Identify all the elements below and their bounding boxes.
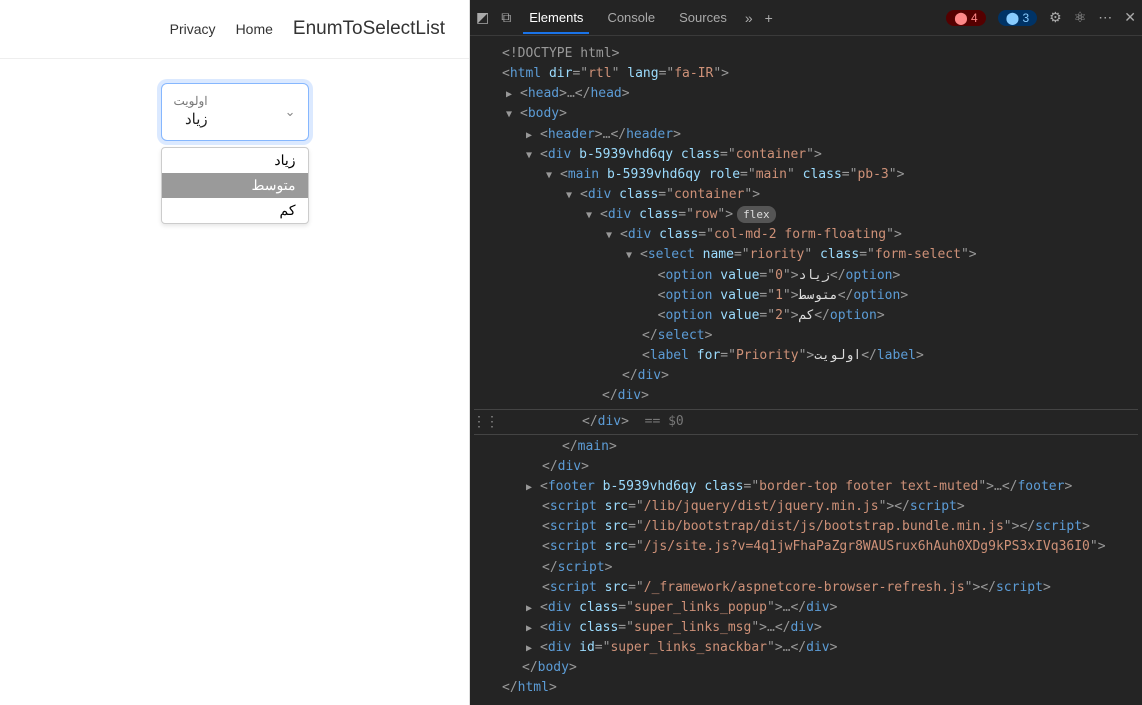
- settings-icon[interactable]: ⚙: [1049, 9, 1062, 26]
- webpage-pane: Privacy Home EnumToSelectList ⌄ اولویت ز…: [0, 0, 470, 705]
- add-tab-icon[interactable]: +: [765, 10, 773, 26]
- dom-div-col-close[interactable]: </div>: [474, 366, 1138, 386]
- more-icon[interactable]: ⋯: [1098, 9, 1112, 26]
- dom-script-3[interactable]: <script src="/_framework/aspnetcore-brow…: [474, 578, 1138, 598]
- dom-footer[interactable]: ▶<footer b-5939vhd6qy class="border-top …: [474, 477, 1138, 497]
- dom-div-extra-2[interactable]: ▶<div id="super_links_snackbar">…</div>: [474, 638, 1138, 658]
- device-toggle-icon[interactable]: ⧉: [501, 9, 511, 26]
- dom-div-extra-0[interactable]: ▶<div class="super_links_popup">…</div>: [474, 598, 1138, 618]
- dom-div-row[interactable]: ▼<div class="row">flex: [474, 205, 1138, 225]
- dom-main-close[interactable]: </main>: [474, 437, 1138, 457]
- option-2[interactable]: کم: [162, 198, 308, 223]
- dom-div-container2[interactable]: ▼<div class="container">: [474, 185, 1138, 205]
- dom-header[interactable]: ▶<header>…</header>: [474, 125, 1138, 145]
- errors-badge[interactable]: ⬤ 4: [946, 10, 985, 26]
- drag-handle-icon[interactable]: ⋮⋮: [472, 412, 498, 434]
- dom-div-row-close[interactable]: </div>: [474, 386, 1138, 406]
- dom-div-col[interactable]: ▼<div class="col-md-2 form-floating">: [474, 225, 1138, 245]
- dom-select-close[interactable]: </select>: [474, 326, 1138, 346]
- nav-home[interactable]: Home: [236, 21, 273, 37]
- brand-title: EnumToSelectList: [293, 18, 445, 40]
- dom-option-0[interactable]: <option value="0">زیاد</option>: [474, 266, 1138, 286]
- priority-dropdown: زیاد متوسط کم: [161, 147, 309, 224]
- dom-script-1[interactable]: <script src="/lib/bootstrap/dist/js/boot…: [474, 517, 1138, 537]
- tabs-more-icon[interactable]: »: [745, 10, 753, 26]
- dom-label[interactable]: <label for="Priority">اولویت</label>: [474, 346, 1138, 366]
- dom-div-container2-close[interactable]: ⋮⋮</div> == $0: [474, 412, 1138, 432]
- tab-elements[interactable]: Elements: [523, 2, 589, 34]
- page-navbar: Privacy Home EnumToSelectList: [0, 0, 469, 59]
- dom-script-0[interactable]: <script src="/lib/jquery/dist/jquery.min…: [474, 497, 1138, 517]
- dom-option-1[interactable]: <option value="1">متوسط</option>: [474, 286, 1138, 306]
- devtools-pane: ◩ ⧉ Elements Console Sources » + ⬤ 4 ⬤ 3…: [470, 0, 1142, 705]
- nav-privacy[interactable]: Privacy: [170, 21, 216, 37]
- option-1[interactable]: متوسط: [162, 173, 308, 198]
- tab-console[interactable]: Console: [601, 2, 661, 33]
- dom-html[interactable]: <html dir="rtl" lang="fa-IR">: [474, 64, 1138, 84]
- priority-select[interactable]: ⌄ اولویت زیاد: [161, 83, 309, 141]
- dom-select[interactable]: ▼<select name="riority" class="form-sele…: [474, 245, 1138, 265]
- dom-script-2[interactable]: <script src="/js/site.js?v=4q1jwFhaPaZgr…: [474, 537, 1138, 557]
- activity-icon[interactable]: ⚛: [1074, 9, 1087, 26]
- chevron-down-icon: ⌄: [285, 104, 296, 120]
- devtools-toolbar: ◩ ⧉ Elements Console Sources » + ⬤ 4 ⬤ 3…: [470, 0, 1142, 36]
- dom-script-2-close[interactable]: </script>: [474, 558, 1138, 578]
- close-icon[interactable]: ✕: [1124, 9, 1136, 26]
- option-0[interactable]: زیاد: [162, 148, 308, 173]
- dom-option-2[interactable]: <option value="2">کم</option>: [474, 306, 1138, 326]
- dom-head[interactable]: ▶<head>…</head>: [474, 84, 1138, 104]
- dom-div-extra-1[interactable]: ▶<div class="super_links_msg">…</div>: [474, 618, 1138, 638]
- dom-doctype[interactable]: <!DOCTYPE html>: [474, 44, 1138, 64]
- dom-html-close[interactable]: </html>: [474, 678, 1138, 698]
- dom-div-container-close[interactable]: </div>: [474, 457, 1138, 477]
- page-body: ⌄ اولویت زیاد زیاد متوسط کم: [0, 59, 469, 224]
- dom-body-close[interactable]: </body>: [474, 658, 1138, 678]
- tab-sources[interactable]: Sources: [673, 2, 733, 33]
- dom-tree[interactable]: <!DOCTYPE html> <html dir="rtl" lang="fa…: [470, 36, 1142, 705]
- priority-select-wrap: ⌄ اولویت زیاد زیاد متوسط کم: [161, 83, 309, 224]
- dom-div-container[interactable]: ▼<div b-5939vhd6qy class="container">: [474, 145, 1138, 165]
- dom-body[interactable]: ▼<body>: [474, 104, 1138, 124]
- select-texts: اولویت زیاد: [174, 94, 208, 129]
- select-label: اولویت: [174, 94, 208, 110]
- inspect-icon[interactable]: ◩: [476, 9, 489, 26]
- dom-main[interactable]: ▼<main b-5939vhd6qy role="main" class="p…: [474, 165, 1138, 185]
- warnings-badge[interactable]: ⬤ 3: [998, 10, 1037, 26]
- select-value: زیاد: [174, 110, 208, 130]
